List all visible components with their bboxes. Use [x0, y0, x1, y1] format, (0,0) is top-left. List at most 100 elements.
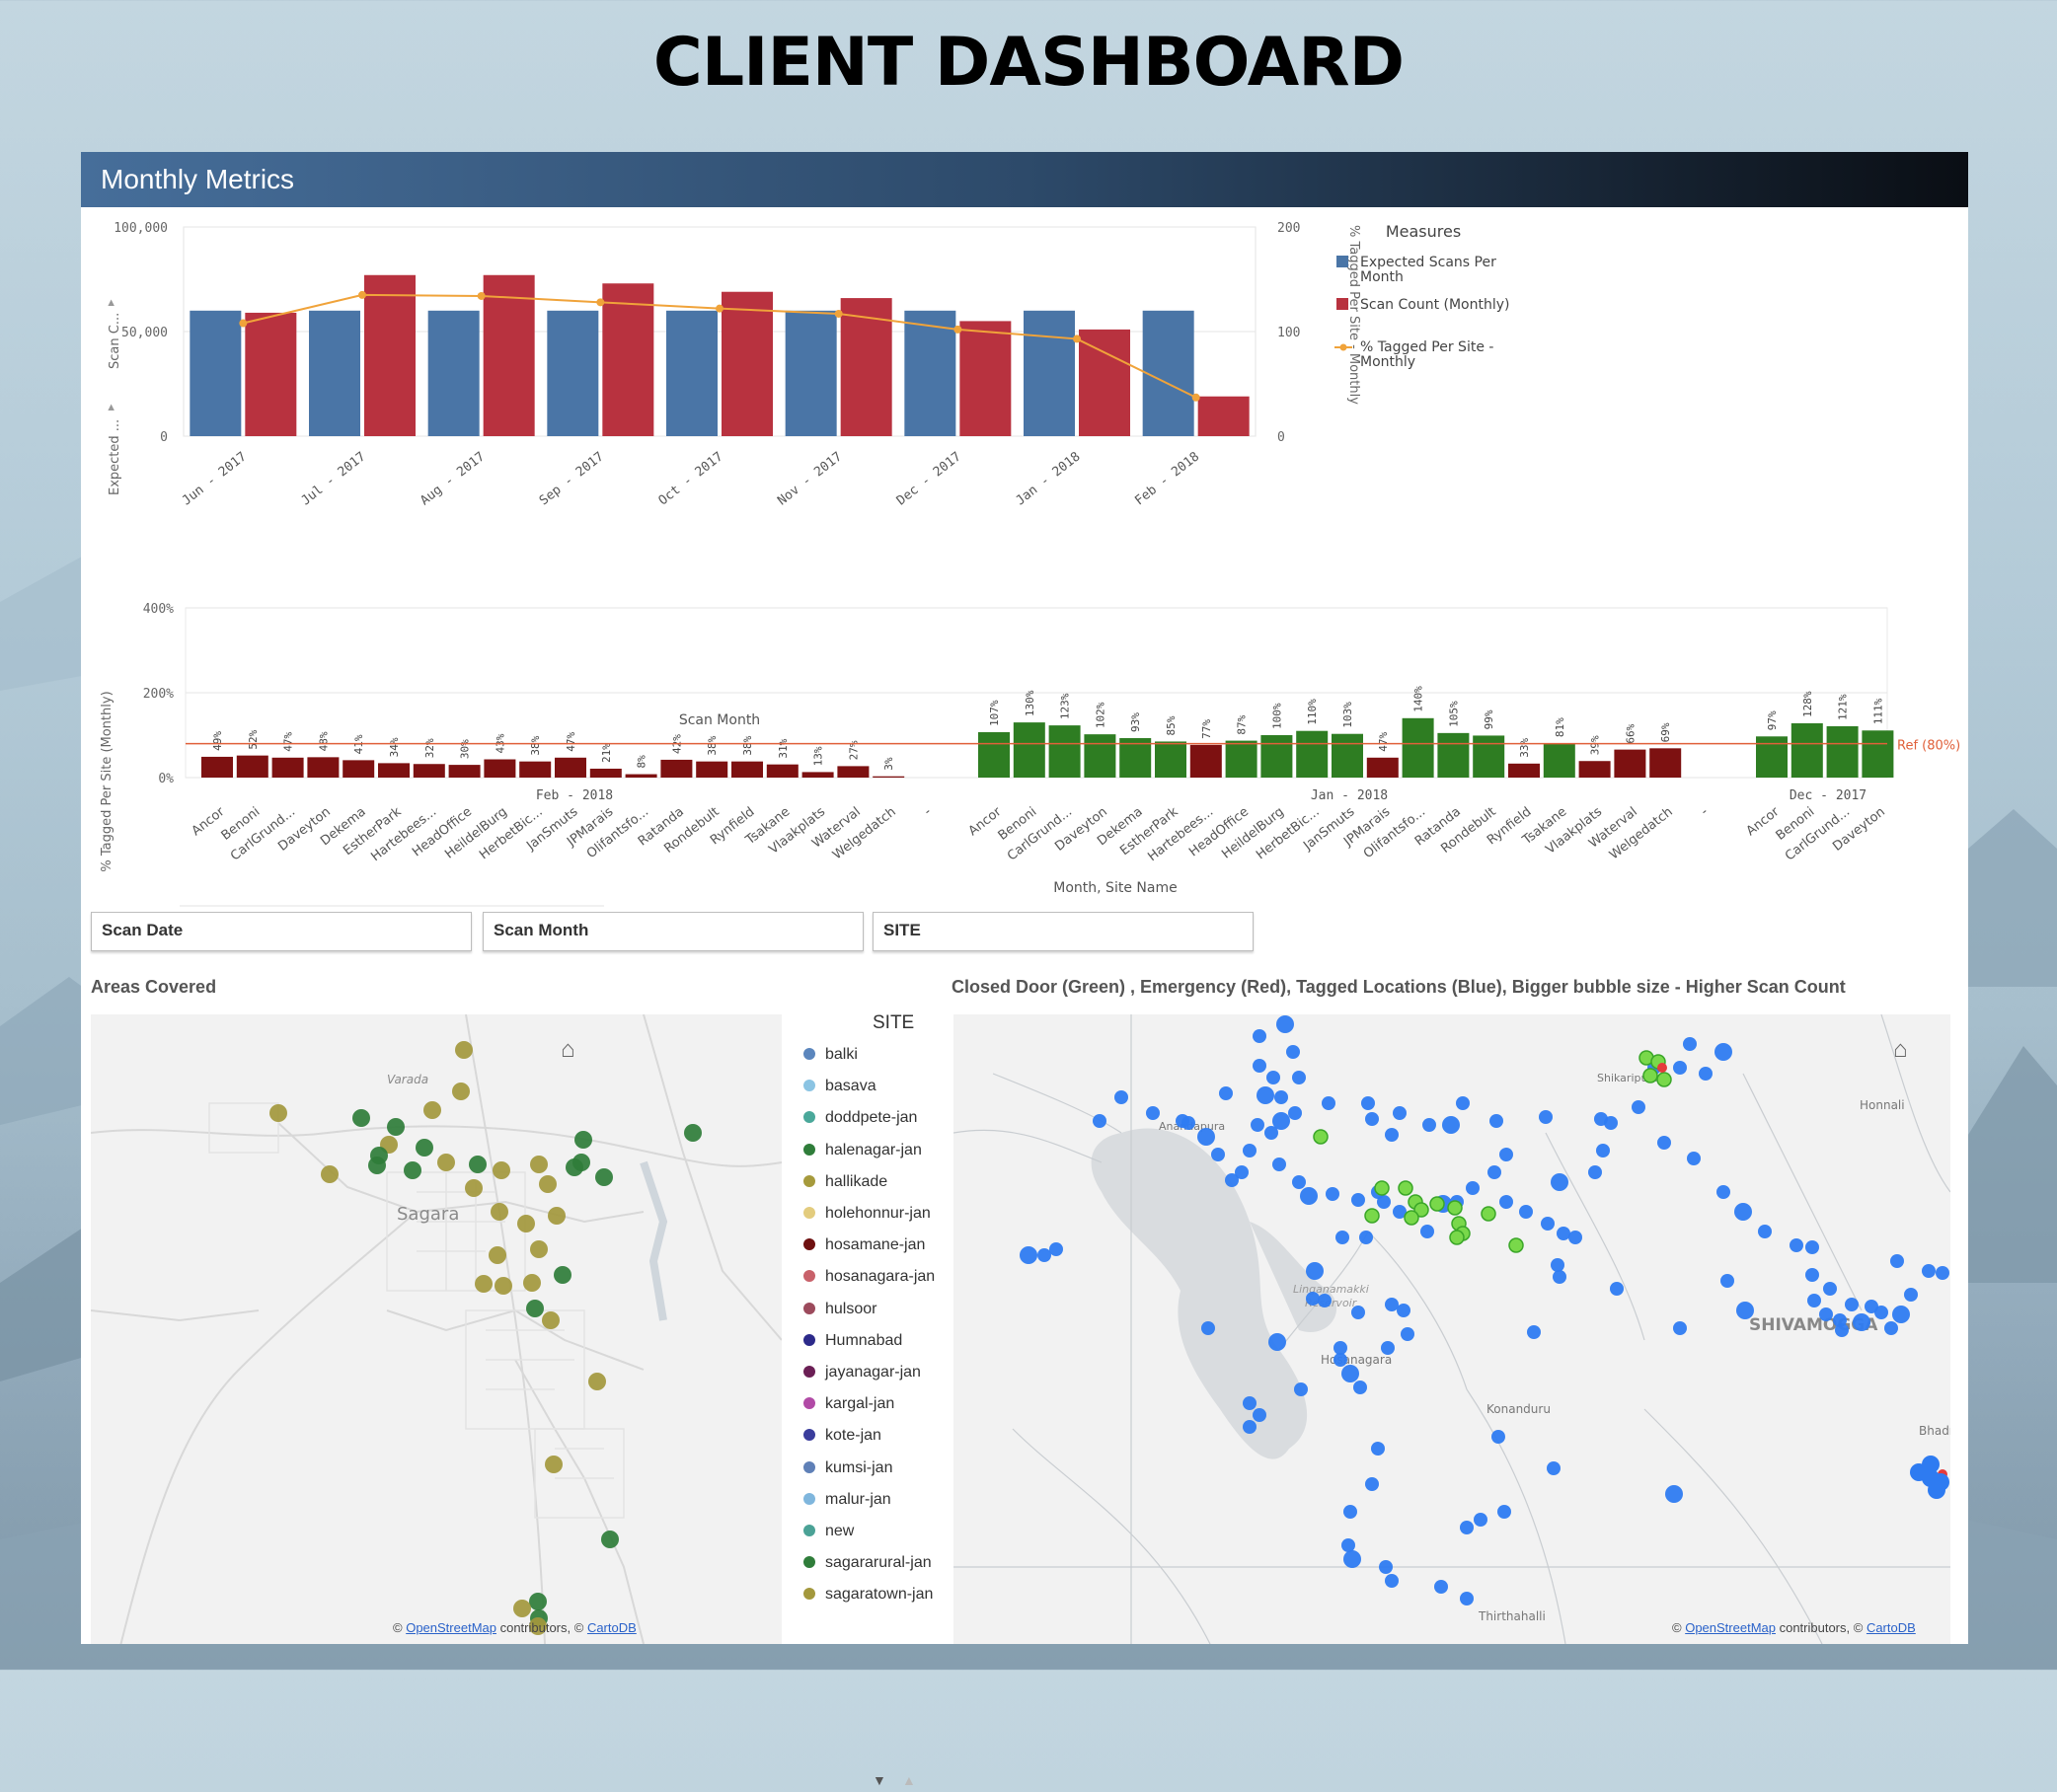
tagged-percent-point[interactable] — [358, 290, 366, 299]
site-marker[interactable] — [529, 1593, 547, 1610]
site-marker[interactable] — [465, 1179, 483, 1197]
tagged-location-marker[interactable] — [1379, 1560, 1393, 1574]
tagged-location-marker[interactable] — [1716, 1185, 1730, 1199]
tagged-site-bar[interactable] — [271, 757, 304, 778]
tagged-location-marker[interactable] — [1201, 1321, 1215, 1335]
tagged-location-marker[interactable] — [1758, 1225, 1772, 1238]
scan-count-bar[interactable] — [245, 312, 297, 436]
tagged-location-marker[interactable] — [1365, 1477, 1379, 1491]
tagged-location-marker[interactable] — [1292, 1175, 1306, 1189]
site-legend-item[interactable]: kote-jan — [803, 1427, 881, 1445]
tagged-location-marker[interactable] — [1835, 1323, 1849, 1337]
site-marker[interactable] — [530, 1156, 548, 1173]
tagged-site-bar[interactable] — [1296, 730, 1329, 778]
site-filter[interactable]: SITE — [873, 912, 1254, 951]
tagged-location-marker[interactable] — [1547, 1461, 1561, 1475]
tagged-location-marker[interactable] — [1219, 1086, 1233, 1100]
site-marker[interactable] — [387, 1118, 405, 1136]
tagged-location-marker[interactable] — [1588, 1165, 1602, 1179]
tagged-location-marker[interactable] — [1823, 1282, 1837, 1296]
closed-door-marker[interactable] — [1481, 1206, 1496, 1222]
tagged-location-marker[interactable] — [1093, 1114, 1106, 1128]
tagged-location-marker[interactable] — [1268, 1333, 1286, 1351]
tagged-site-bar[interactable] — [307, 757, 340, 778]
tagged-location-marker[interactable] — [1487, 1165, 1501, 1179]
tagged-location-marker[interactable] — [1665, 1485, 1683, 1503]
legend-scroll-down-icon[interactable]: ▼ — [873, 1772, 886, 1788]
tagged-location-marker[interactable] — [1243, 1144, 1257, 1157]
tagged-location-marker[interactable] — [1401, 1327, 1414, 1341]
tagged-percent-point[interactable] — [477, 291, 486, 300]
expected-scans-bar[interactable] — [785, 310, 837, 436]
tagged-location-marker[interactable] — [1734, 1203, 1752, 1221]
tagged-location-marker[interactable] — [1381, 1341, 1395, 1355]
tagged-location-marker[interactable] — [1657, 1136, 1671, 1150]
tagged-location-marker[interactable] — [1539, 1110, 1553, 1124]
tagged-site-bar[interactable] — [555, 757, 586, 778]
tagged-percent-point[interactable] — [953, 325, 962, 334]
closed-door-marker[interactable] — [1429, 1196, 1445, 1212]
scan-month-filter[interactable]: Scan Month — [483, 912, 864, 951]
site-legend-item[interactable]: kumsi-jan — [803, 1459, 892, 1477]
tagged-percent-point[interactable] — [1191, 393, 1200, 402]
tagged-site-bar[interactable] — [1649, 748, 1682, 778]
closed-door-marker[interactable] — [1447, 1200, 1463, 1216]
tagged-location-marker[interactable] — [1286, 1045, 1300, 1059]
tagged-location-marker[interactable] — [1322, 1096, 1335, 1110]
site-marker[interactable] — [475, 1275, 493, 1293]
tagged-site-bar[interactable] — [343, 760, 375, 778]
expected-scans-bar[interactable] — [309, 310, 360, 436]
tagged-site-bar[interactable] — [1473, 735, 1505, 778]
tagged-location-marker[interactable] — [1541, 1217, 1555, 1231]
site-marker[interactable] — [495, 1277, 512, 1295]
tagged-location-marker[interactable] — [1519, 1205, 1533, 1219]
scan-count-bar[interactable] — [364, 274, 416, 436]
tagged-location-marker[interactable] — [1497, 1505, 1511, 1519]
tagged-site-bar[interactable] — [837, 766, 870, 778]
site-marker[interactable] — [491, 1203, 508, 1221]
tagged-site-bar[interactable] — [1862, 730, 1894, 778]
areas-covered-map[interactable]: Varada Sagara ⌂ © OpenStreetMap contribu… — [91, 1014, 782, 1644]
site-marker[interactable] — [539, 1175, 557, 1193]
tagged-location-marker[interactable] — [1274, 1090, 1288, 1104]
tagged-location-marker[interactable] — [1146, 1106, 1160, 1120]
tagged-per-site-chart[interactable]: 400% 200% 0% % Tagged Per Site (Monthly) Mon… — [81, 584, 1968, 910]
tagged-site-bar[interactable] — [1437, 732, 1470, 778]
tagged-location-marker[interactable] — [1343, 1550, 1361, 1568]
tagged-location-marker[interactable] — [1928, 1481, 1945, 1499]
site-marker[interactable] — [523, 1274, 541, 1292]
expected-scans-bar[interactable] — [904, 310, 956, 436]
tagged-site-bar[interactable] — [519, 761, 552, 778]
scan-count-bar[interactable] — [722, 291, 773, 436]
tagged-location-marker[interactable] — [1673, 1321, 1687, 1335]
tagged-site-bar[interactable] — [1614, 749, 1646, 778]
tagged-location-marker[interactable] — [1434, 1580, 1448, 1594]
closed-door-marker[interactable] — [1656, 1072, 1672, 1087]
site-marker[interactable] — [545, 1456, 563, 1473]
site-marker[interactable] — [517, 1215, 535, 1232]
tagged-location-marker[interactable] — [1266, 1071, 1280, 1084]
site-marker[interactable] — [530, 1240, 548, 1258]
site-marker[interactable] — [588, 1373, 606, 1390]
tagged-location-marker[interactable] — [1335, 1231, 1349, 1244]
site-marker[interactable] — [368, 1157, 386, 1174]
tagged-site-bar[interactable] — [873, 776, 905, 778]
tagged-location-marker[interactable] — [1720, 1274, 1734, 1288]
tagged-location-marker[interactable] — [1527, 1325, 1541, 1339]
tagged-location-marker[interactable] — [1499, 1195, 1513, 1209]
tagged-location-marker[interactable] — [1300, 1187, 1318, 1205]
tagged-location-marker[interactable] — [1359, 1231, 1373, 1244]
tagged-location-marker[interactable] — [1904, 1288, 1918, 1302]
expected-scans-bar[interactable] — [547, 310, 599, 436]
tagged-location-marker[interactable] — [1553, 1270, 1566, 1284]
site-marker[interactable] — [601, 1531, 619, 1548]
tagged-location-marker[interactable] — [1890, 1254, 1904, 1268]
site-legend-item[interactable]: new — [803, 1523, 854, 1540]
tagged-location-marker[interactable] — [1243, 1396, 1257, 1410]
tagged-location-marker[interactable] — [1874, 1306, 1888, 1319]
tagged-location-marker[interactable] — [1551, 1258, 1564, 1272]
tagged-location-marker[interactable] — [1385, 1128, 1399, 1142]
tagged-location-marker[interactable] — [1557, 1227, 1570, 1240]
site-marker[interactable] — [321, 1165, 339, 1183]
tagged-location-marker[interactable] — [1456, 1096, 1470, 1110]
